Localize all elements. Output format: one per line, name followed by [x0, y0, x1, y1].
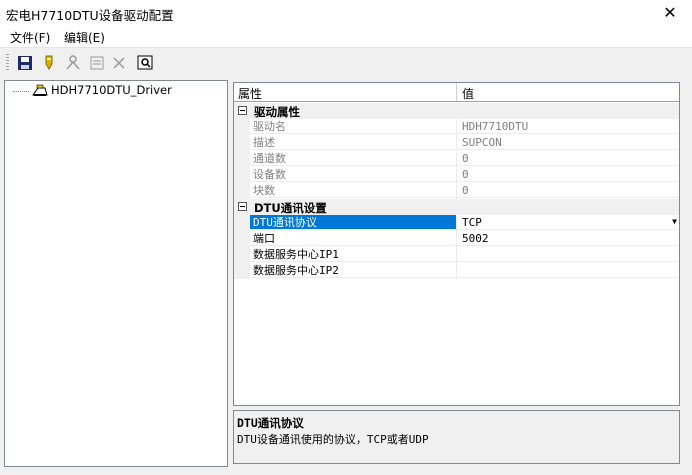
- property-name: 通道数: [250, 151, 456, 166]
- property-value: 0: [457, 183, 679, 198]
- property-value: 0: [457, 167, 679, 182]
- delete-icon[interactable]: [110, 54, 128, 72]
- property-value: 0: [457, 151, 679, 166]
- toolbar: [0, 48, 692, 78]
- description-pane: DTU通讯协议 DTU设备通讯使用的协议，TCP或者UDP: [233, 410, 680, 464]
- category-label: 驱动属性: [254, 105, 300, 119]
- grid-header: 属性 值: [234, 83, 679, 102]
- property-name: 描述: [250, 135, 456, 150]
- collapse-icon[interactable]: [238, 202, 247, 211]
- property-name: 数据服务中心IP1: [250, 247, 456, 262]
- menu-edit[interactable]: 编辑(E): [64, 29, 105, 46]
- category-driver-properties[interactable]: 驱动属性: [234, 103, 679, 119]
- property-row-selected[interactable]: DTU通讯协议 TCP ▼: [234, 215, 679, 231]
- property-name: 驱动名: [250, 119, 456, 134]
- property-row[interactable]: 驱动名 HDH7710DTU: [234, 119, 679, 135]
- chevron-down-icon[interactable]: ▼: [672, 217, 677, 226]
- save-icon[interactable]: [16, 54, 34, 72]
- title-bar: 宏电H7710DTU设备驱动配置 ✕: [0, 0, 692, 26]
- property-panel: 属性 值 驱动属性 驱动名 HDH7710DTU 描述 SUPCON 通道数 0: [231, 80, 686, 467]
- ip2-field[interactable]: [457, 263, 679, 278]
- menu-bar: 文件(F) 编辑(E): [0, 26, 692, 48]
- description-title: DTU通讯协议: [237, 416, 304, 430]
- category-dtu-settings[interactable]: DTU通讯设置: [234, 199, 679, 215]
- property-row[interactable]: 数据服务中心IP2: [234, 263, 679, 279]
- port-field[interactable]: 5002: [457, 231, 679, 246]
- connect-icon[interactable]: [64, 54, 82, 72]
- collapse-icon[interactable]: [238, 106, 247, 115]
- protocol-select[interactable]: TCP: [457, 215, 679, 230]
- ip1-field[interactable]: [457, 247, 679, 262]
- header-value[interactable]: 值: [462, 85, 474, 102]
- driver-icon: [31, 83, 49, 97]
- category-label: DTU通讯设置: [254, 201, 327, 215]
- property-row[interactable]: 描述 SUPCON: [234, 135, 679, 151]
- zoom-icon[interactable]: [136, 54, 154, 72]
- window-title: 宏电H7710DTU设备驱动配置: [6, 8, 174, 23]
- property-row[interactable]: 通道数 0: [234, 151, 679, 167]
- header-name[interactable]: 属性: [238, 85, 262, 102]
- toolbar-grip-handle[interactable]: [6, 54, 9, 72]
- property-value: HDH7710DTU: [457, 119, 679, 134]
- description-text: DTU设备通讯使用的协议，TCP或者UDP: [237, 433, 429, 446]
- property-name: 端口: [250, 231, 456, 246]
- tree-node-label: HDH7710DTU_Driver: [51, 83, 172, 97]
- tree-connector: [13, 91, 29, 92]
- property-name: 数据服务中心IP2: [250, 263, 456, 278]
- close-icon[interactable]: ✕: [648, 0, 692, 26]
- menu-file[interactable]: 文件(F): [10, 29, 50, 46]
- property-value: SUPCON: [457, 135, 679, 150]
- pencil-icon[interactable]: [40, 54, 58, 72]
- property-row[interactable]: 块数 0: [234, 183, 679, 199]
- driver-tree: HDH7710DTU_Driver: [4, 80, 228, 467]
- property-grid: 属性 值 驱动属性 驱动名 HDH7710DTU 描述 SUPCON 通道数 0: [233, 82, 680, 406]
- property-row[interactable]: 数据服务中心IP1: [234, 247, 679, 263]
- property-row[interactable]: 端口 5002: [234, 231, 679, 247]
- property-name: 块数: [250, 183, 456, 198]
- property-name: 设备数: [250, 167, 456, 182]
- property-row[interactable]: 设备数 0: [234, 167, 679, 183]
- list-icon[interactable]: [88, 54, 106, 72]
- property-name: DTU通讯协议: [250, 215, 456, 230]
- header-divider[interactable]: [456, 83, 457, 101]
